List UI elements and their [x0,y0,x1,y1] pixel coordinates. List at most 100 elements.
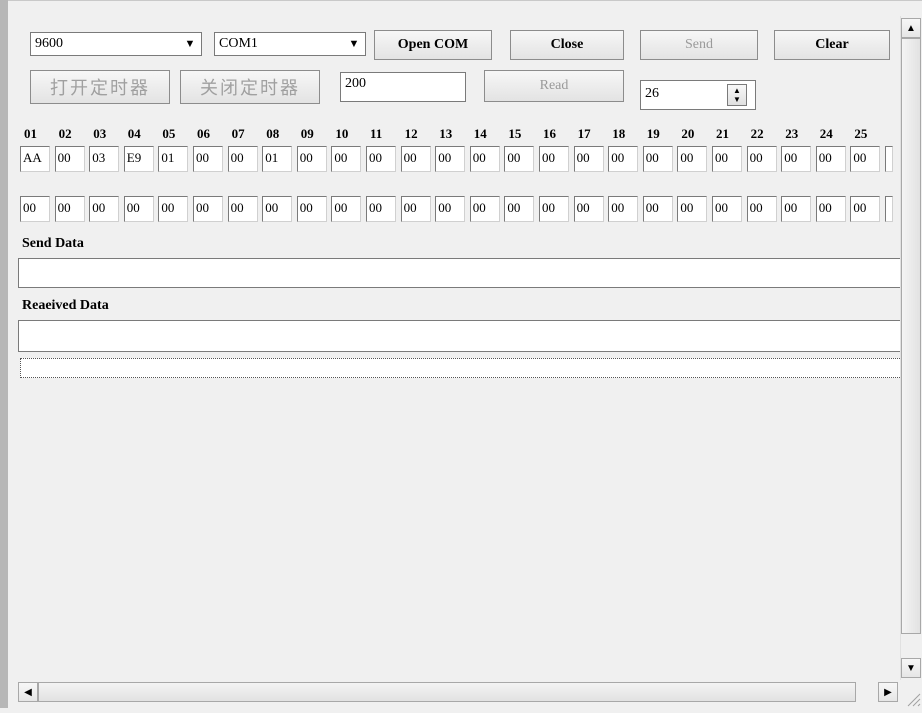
timer-interval-value: 200 [345,76,366,91]
byte-cell[interactable]: 00 [193,196,223,222]
close-timer-button[interactable]: 关闭定时器 [180,70,320,104]
horizontal-scroll-thumb[interactable] [38,682,856,702]
byte-cell-overflow[interactable] [885,196,893,222]
byte-cell[interactable]: 00 [469,196,500,222]
byte-cell[interactable]: 00 [123,196,154,222]
byte-cell[interactable]: AA [20,146,50,172]
byte-cell[interactable]: E9 [123,146,154,172]
byte-cell[interactable]: 00 [746,196,777,222]
read-button[interactable]: Read [484,70,624,102]
scroll-down-icon[interactable]: ▼ [901,658,921,678]
byte-cell[interactable]: 00 [815,146,846,172]
byte-cell[interactable]: 00 [746,146,777,172]
open-timer-button[interactable]: 打开定时器 [30,70,170,104]
byte-cell[interactable]: 00 [608,196,639,222]
byte-cell[interactable]: 00 [400,196,431,222]
scroll-right-icon[interactable]: ▶ [878,682,898,702]
column-label: 08 [266,126,280,141]
column-label: 09 [300,126,314,141]
count-spinbox[interactable]: 26 ▲ ▼ [640,80,756,110]
send-data-field[interactable] [18,258,902,288]
horizontal-scrollbar[interactable]: ◀ ▶ [18,680,902,704]
byte-cell[interactable]: 00 [608,146,639,172]
send-data-label: Send Data [22,236,84,251]
byte-cell[interactable]: 00 [642,196,673,222]
byte-cell[interactable]: 00 [850,196,881,222]
column-label: 03 [93,126,107,141]
byte-cell[interactable]: 00 [331,146,362,172]
byte-cell[interactable]: 00 [158,196,189,222]
byte-cell[interactable]: 00 [504,146,535,172]
byte-cell[interactable]: 00 [227,146,258,172]
com-port-select[interactable]: COM1 ▼ [214,32,366,56]
byte-cell[interactable]: 00 [296,196,327,222]
byte-cell[interactable]: 00 [677,146,708,172]
byte-cell[interactable]: 00 [435,196,466,222]
column-label: 25 [854,126,868,141]
byte-cell-overflow[interactable] [885,146,893,172]
byte-cell[interactable]: 00 [366,146,396,172]
clear-button[interactable]: Clear [774,30,890,60]
byte-cell[interactable]: 00 [677,196,708,222]
byte-cell[interactable]: 00 [54,146,85,172]
byte-cell[interactable]: 00 [815,196,846,222]
column-label: 12 [404,126,418,141]
byte-cell[interactable]: 00 [469,146,500,172]
byte-cell[interactable]: 00 [54,196,85,222]
column-label: 05 [162,126,176,141]
received-data-log[interactable] [20,358,902,378]
byte-cell[interactable]: 00 [366,196,396,222]
resize-grip-icon[interactable] [900,684,922,708]
byte-cell[interactable]: 00 [262,196,293,222]
byte-cell[interactable]: 00 [781,196,812,222]
dropdown-arrow-icon[interactable]: ▼ [345,35,363,53]
byte-cell[interactable]: 00 [712,146,742,172]
spin-arrows-icon[interactable]: ▲ ▼ [727,84,747,106]
byte-cell[interactable]: 00 [850,146,881,172]
column-label: 06 [197,126,210,141]
column-label: 04 [127,126,141,141]
close-button[interactable]: Close [510,30,624,60]
timer-interval-input[interactable]: 200 [340,72,466,102]
byte-cell[interactable]: 00 [539,196,569,222]
vertical-scroll-thumb[interactable] [901,38,921,634]
byte-cell[interactable]: 00 [781,146,812,172]
column-label: 13 [439,126,453,141]
column-label: 23 [785,126,799,141]
byte-cell[interactable]: 00 [573,146,604,172]
byte-cell[interactable]: 00 [193,146,223,172]
byte-cell[interactable]: 00 [227,196,258,222]
received-data-label: Reaeived Data [22,298,109,313]
byte-cell[interactable]: 00 [400,146,431,172]
byte-cell[interactable]: 00 [20,196,50,222]
column-label: 22 [750,126,764,141]
dropdown-arrow-icon[interactable]: ▼ [181,35,199,53]
byte-cell[interactable]: 00 [539,146,569,172]
byte-cell[interactable]: 01 [262,146,293,172]
column-label: 14 [473,126,487,141]
column-label: 02 [58,126,72,141]
baud-rate-select[interactable]: 9600 ▼ [30,32,202,56]
send-button[interactable]: Send [640,30,758,60]
byte-cell[interactable]: 01 [158,146,189,172]
vertical-scrollbar[interactable]: ▲ ▼ [900,16,922,680]
baud-rate-value: 9600 [35,36,63,51]
byte-cell[interactable]: 00 [573,196,604,222]
byte-cell[interactable]: 00 [712,196,742,222]
byte-cell[interactable]: 00 [89,196,120,222]
scroll-left-icon[interactable]: ◀ [18,682,38,702]
column-label: 01 [24,126,37,141]
scroll-up-icon[interactable]: ▲ [901,18,921,38]
column-label: 07 [231,126,245,141]
byte-cell[interactable]: 00 [642,146,673,172]
column-label: 16 [543,126,556,141]
byte-cell[interactable]: 00 [504,196,535,222]
received-data-field[interactable] [18,320,902,352]
byte-cell[interactable]: 00 [331,196,362,222]
byte-cell[interactable]: 00 [435,146,466,172]
com-port-value: COM1 [219,36,258,51]
column-label: 10 [335,126,349,141]
byte-cell[interactable]: 03 [89,146,120,172]
byte-cell[interactable]: 00 [296,146,327,172]
open-com-button[interactable]: Open COM [374,30,492,60]
